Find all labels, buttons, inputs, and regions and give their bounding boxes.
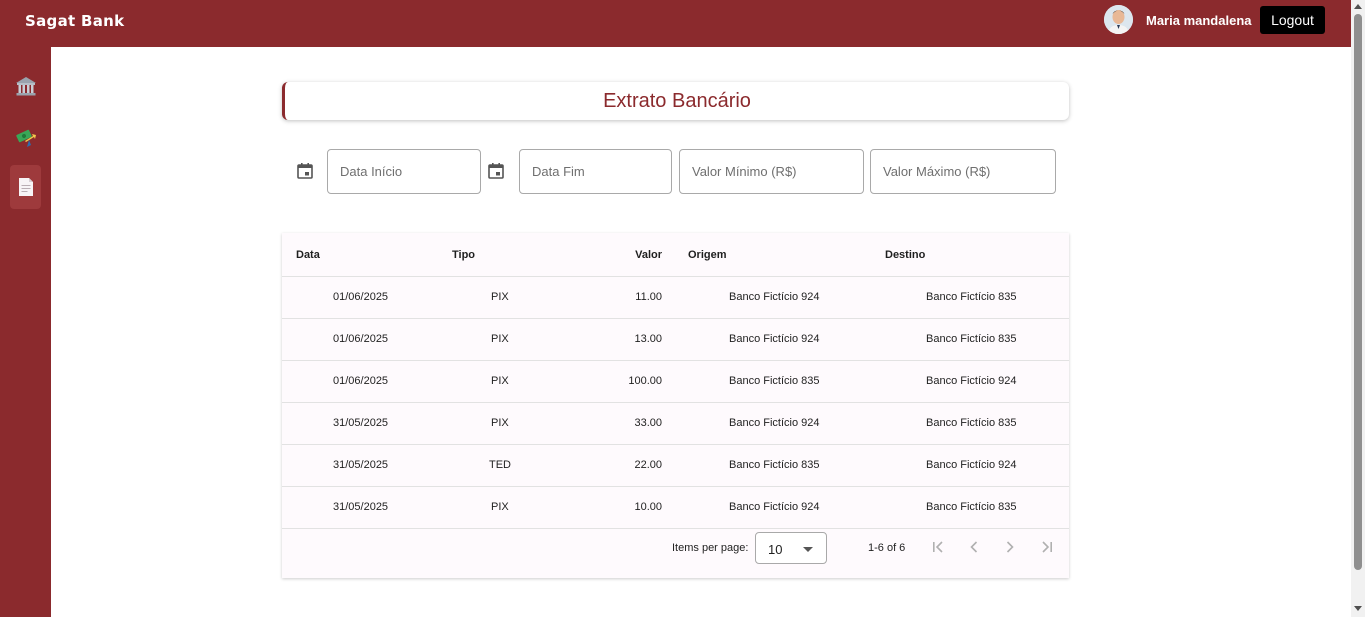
cell-value: 22.00 [634,459,662,471]
items-per-page-label: Items per page: [672,542,749,554]
page-range-label: 1-6 of 6 [868,542,906,554]
cell-date: 01/06/2025 [333,375,389,387]
cell-date: 31/05/2025 [333,459,389,471]
cell-destination: Banco Fictício 835 [926,501,1017,513]
cell-date: 31/05/2025 [333,501,389,513]
cell-value: 10.00 [634,501,662,513]
table-row[interactable]: 31/05/2025 PIX 10.00 Banco Fictício 924 … [282,487,1069,529]
paginator: Items per page: 10 1-6 of 6 [282,528,1069,578]
avatar[interactable] [1104,5,1133,34]
scroll-down-arrow-icon[interactable] [1354,606,1362,611]
statement-table: Data Tipo Valor Origem Destino 01/06/202… [282,233,1069,578]
previous-page-icon[interactable] [964,537,984,557]
page-title-card: Extrato Bancário [282,82,1069,120]
top-bar: Sagat Bank Maria mandalena Logout [0,0,1351,47]
cell-destination: Banco Fictício 835 [926,291,1017,303]
column-header-tipo[interactable]: Tipo [452,249,475,261]
last-page-icon[interactable] [1037,537,1057,557]
cell-origin: Banco Fictício 835 [729,375,820,387]
cell-origin: Banco Fictício 924 [729,417,820,429]
sidebar-item-statement[interactable] [10,165,41,209]
min-value-field[interactable] [679,149,864,194]
column-header-origem[interactable]: Origem [688,249,727,261]
column-header-data[interactable]: Data [296,249,320,261]
next-page-icon[interactable] [1000,537,1020,557]
cell-type: PIX [491,333,509,345]
cell-destination: Banco Fictício 924 [926,459,1017,471]
start-date-field[interactable] [327,149,481,194]
cell-destination: Banco Fictício 835 [926,333,1017,345]
money-transfer-icon [15,129,36,147]
table-header: Data Tipo Valor Origem Destino [282,233,1069,277]
cell-type: PIX [491,375,509,387]
end-date-input[interactable] [520,150,671,193]
cell-origin: Banco Fictício 924 [729,501,820,513]
bank-icon [15,77,36,96]
user-name: Maria mandalena [1146,13,1252,28]
table-row[interactable]: 01/06/2025 PIX 13.00 Banco Fictício 924 … [282,319,1069,361]
start-date-input[interactable] [328,150,480,193]
scrollbar-thumb[interactable] [1354,14,1362,570]
app-root: Sagat Bank Maria mandalena Logout Extrat… [0,0,1365,617]
sidebar-item-transfer[interactable] [10,116,41,160]
brand-title: Sagat Bank [25,12,125,30]
cell-date: 31/05/2025 [333,417,389,429]
items-per-page-select[interactable]: 10 [755,532,827,564]
cell-type: PIX [491,417,509,429]
max-value-input[interactable] [871,150,1055,193]
end-date-field[interactable] [519,149,672,194]
first-page-icon[interactable] [928,537,948,557]
cell-date: 01/06/2025 [333,333,389,345]
logout-button[interactable]: Logout [1260,6,1325,34]
calendar-icon[interactable] [296,162,314,180]
table-row[interactable]: 01/06/2025 PIX 11.00 Banco Fictício 924 … [282,277,1069,319]
cell-destination: Banco Fictício 924 [926,375,1017,387]
cell-origin: Banco Fictício 835 [729,459,820,471]
sidebar-item-bank[interactable] [10,65,41,109]
cell-value: 100.00 [628,375,662,387]
column-header-valor[interactable]: Valor [635,249,662,261]
cell-origin: Banco Fictício 924 [729,291,820,303]
page-title: Extrato Bancário [603,89,751,112]
sidebar [0,47,51,617]
scrollbar[interactable] [1351,0,1365,617]
column-header-destino[interactable]: Destino [885,249,925,261]
calendar-icon[interactable] [487,162,505,180]
cell-value: 13.00 [634,333,662,345]
cell-type: TED [489,459,511,471]
table-row[interactable]: 31/05/2025 PIX 33.00 Banco Fictício 924 … [282,403,1069,445]
cell-destination: Banco Fictício 835 [926,417,1017,429]
cell-value: 33.00 [634,417,662,429]
cell-origin: Banco Fictício 924 [729,333,820,345]
chevron-down-icon [803,547,813,552]
cell-date: 01/06/2025 [333,291,389,303]
cell-type: PIX [491,501,509,513]
max-value-field[interactable] [870,149,1056,194]
cell-type: PIX [491,291,509,303]
scroll-up-arrow-icon[interactable] [1354,4,1362,9]
document-icon [18,178,33,196]
table-row[interactable]: 31/05/2025 TED 22.00 Banco Fictício 835 … [282,445,1069,487]
table-row[interactable]: 01/06/2025 PIX 100.00 Banco Fictício 835… [282,361,1069,403]
min-value-input[interactable] [680,150,863,193]
items-per-page-value: 10 [768,542,783,557]
cell-value: 11.00 [635,291,662,303]
